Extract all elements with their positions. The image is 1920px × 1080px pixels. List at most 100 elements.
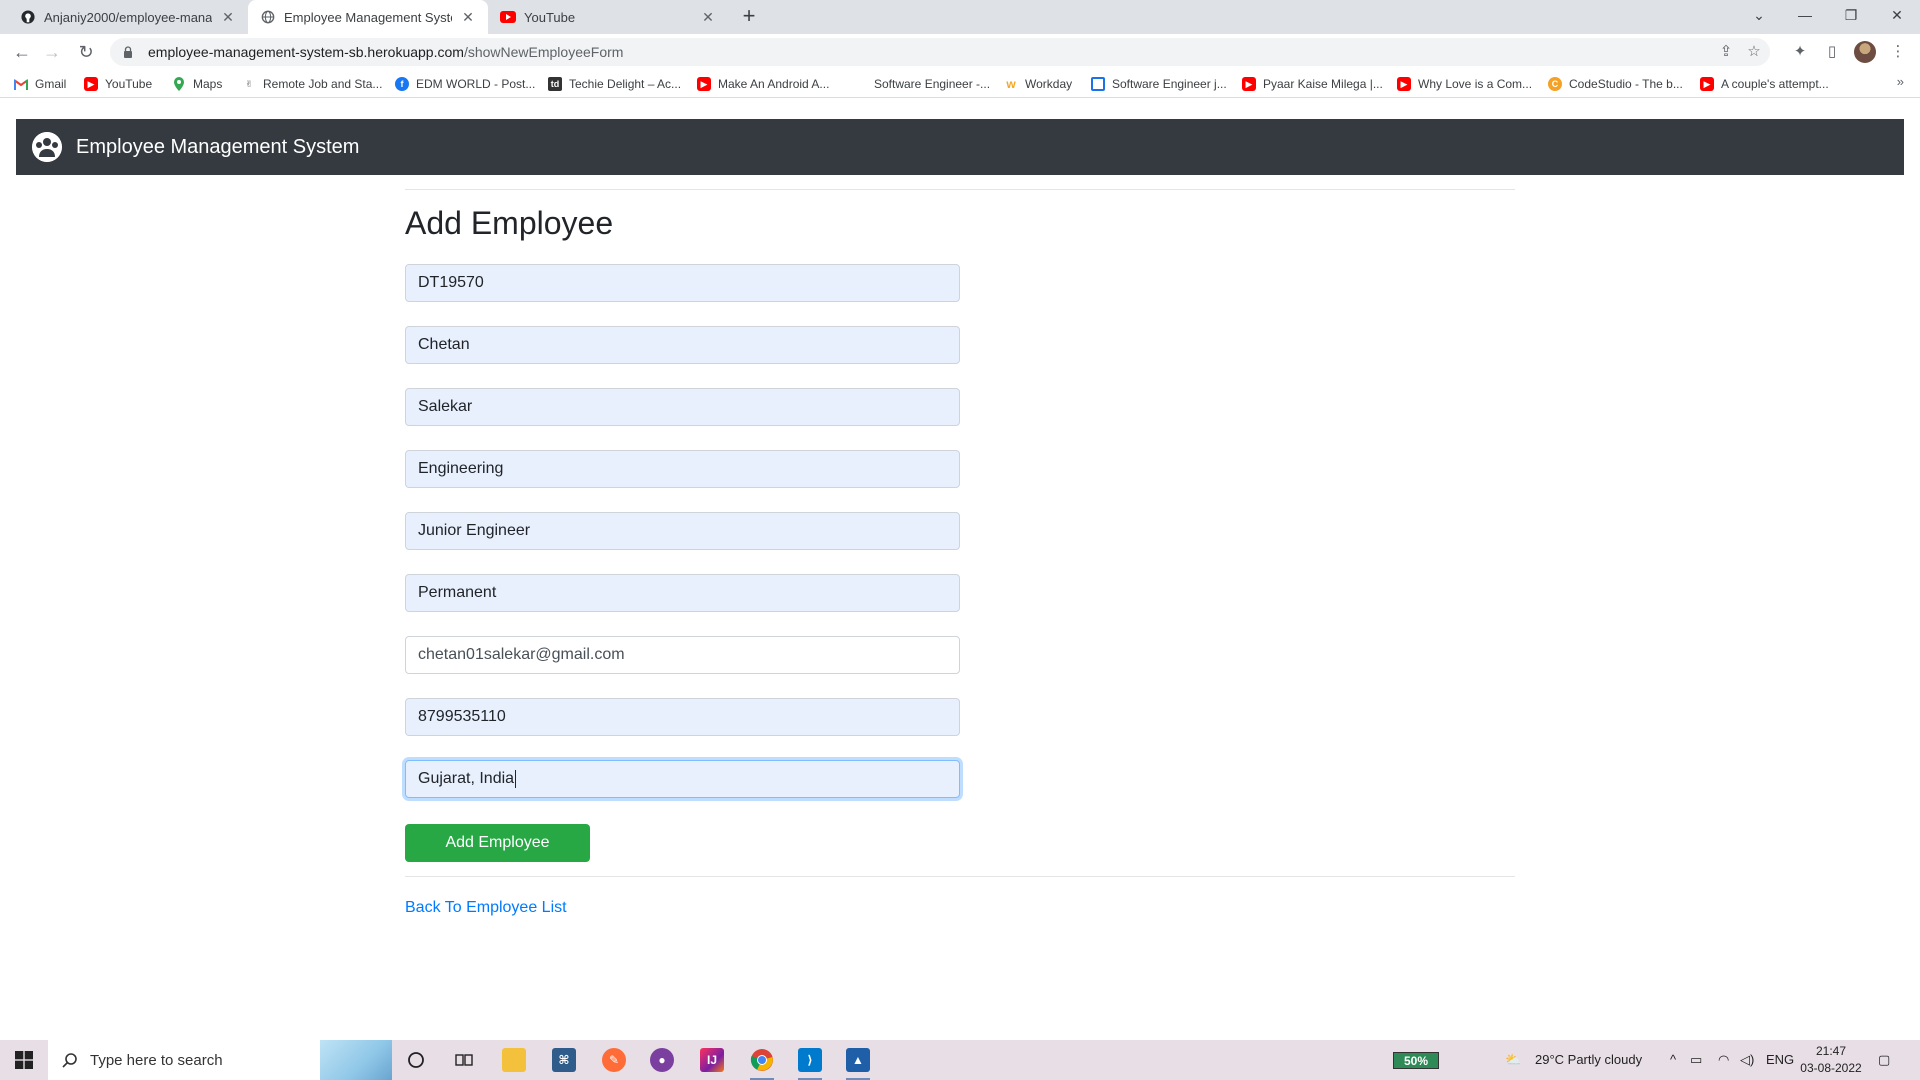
bookmark-label: CodeStudio - The b...: [1569, 77, 1683, 91]
language-indicator[interactable]: ENG: [1766, 1040, 1794, 1080]
github-icon: [20, 9, 36, 25]
back-to-employee-list-link[interactable]: Back To Employee List: [405, 899, 567, 917]
page-content: Employee Management System Add Employee …: [0, 98, 1920, 1040]
email-field[interactable]: chetan01salekar@gmail.com: [405, 636, 960, 674]
bookmark-pyaar[interactable]: ▶ Pyaar Kaise Milega |...: [1242, 74, 1383, 94]
bookmark-label: Software Engineer j...: [1112, 77, 1227, 91]
taskbar-search-box[interactable]: Type here to search: [48, 1040, 392, 1080]
bookmark-software-engineer[interactable]: Software Engineer -...: [853, 74, 990, 94]
divider: [405, 876, 1515, 877]
clock-time: 21:47: [1815, 1044, 1847, 1058]
bookmark-label: Make An Android A...: [718, 77, 830, 91]
bookmarks-bar: Gmail ▶ YouTube Maps ✌ Remote Job and St…: [0, 70, 1920, 98]
maps-icon: [172, 77, 186, 91]
last-name-field[interactable]: Salekar: [405, 388, 960, 426]
tab-youtube[interactable]: YouTube ✕: [488, 0, 728, 34]
add-employee-button[interactable]: Add Employee: [405, 824, 590, 862]
battery-tray-icon[interactable]: ▭: [1690, 1040, 1702, 1080]
close-window-button[interactable]: ✕: [1880, 0, 1914, 34]
minimize-button[interactable]: —: [1788, 0, 1822, 34]
reload-button[interactable]: ↻: [74, 40, 98, 64]
url-text: employee-management-system-sb.herokuapp.…: [148, 44, 623, 60]
address-bar[interactable]: employee-management-system-sb.herokuapp.…: [110, 38, 1770, 66]
browser-toolbar: ← → ↻ employee-management-system-sb.hero…: [0, 34, 1920, 70]
bookmark-label: Workday: [1025, 77, 1073, 91]
github-desktop-icon[interactable]: ●: [642, 1044, 682, 1076]
bookmark-why-love[interactable]: ▶ Why Love is a Com...: [1397, 74, 1532, 94]
bookmark-maps[interactable]: Maps: [172, 74, 222, 94]
youtube-icon: [500, 9, 516, 25]
first-name-field[interactable]: Chetan: [405, 326, 960, 364]
postman-icon[interactable]: ✎: [594, 1044, 634, 1076]
facebook-icon: f: [395, 77, 409, 91]
bookmark-couple[interactable]: ▶ A couple's attempt...: [1700, 74, 1829, 94]
profile-avatar[interactable]: [1854, 41, 1876, 63]
restore-button[interactable]: ❐: [1834, 0, 1868, 34]
brand-title[interactable]: Employee Management System: [76, 136, 359, 159]
gmail-icon: [14, 77, 28, 91]
share-icon[interactable]: ⇪: [1714, 38, 1738, 66]
bookmark-techie-delight[interactable]: td Techie Delight – Ac...: [548, 74, 681, 94]
new-tab-button[interactable]: +: [738, 5, 760, 28]
job-icon: [1091, 77, 1105, 91]
start-button[interactable]: [0, 1040, 48, 1080]
clock[interactable]: 21:47 03-08-2022: [1798, 1043, 1864, 1077]
battery-indicator[interactable]: 50%: [1393, 1052, 1439, 1069]
bookmark-workday[interactable]: w Workday: [1004, 74, 1072, 94]
photos-icon[interactable]: ▲: [838, 1044, 878, 1080]
youtube-icon: ▶: [697, 77, 711, 91]
notifications-icon[interactable]: ▢: [1878, 1040, 1890, 1080]
task-view-icon[interactable]: [444, 1044, 484, 1076]
forward-button[interactable]: →: [40, 40, 64, 64]
tab-title: YouTube: [524, 9, 576, 25]
more-bookmarks-icon[interactable]: »: [1897, 74, 1904, 89]
weather-text[interactable]: 29°C Partly cloudy: [1535, 1040, 1642, 1080]
tab-employee-management[interactable]: Employee Management System ✕: [248, 0, 488, 34]
file-explorer-icon[interactable]: [494, 1044, 534, 1076]
employment-type-field[interactable]: Permanent: [405, 574, 960, 612]
app-navbar: Employee Management System: [16, 119, 1904, 175]
close-tab-icon[interactable]: ✕: [700, 9, 716, 25]
bookmark-label: Techie Delight – Ac...: [569, 77, 682, 91]
close-tab-icon[interactable]: ✕: [220, 9, 236, 25]
app-icon-blue[interactable]: ⌘: [544, 1044, 584, 1076]
bookmark-youtube[interactable]: ▶ YouTube: [84, 74, 152, 94]
page-title: Add Employee: [405, 205, 614, 241]
cortana-icon[interactable]: [396, 1044, 436, 1076]
show-hidden-icons-icon[interactable]: ^: [1670, 1040, 1676, 1080]
bookmark-star-icon[interactable]: ☆: [1742, 38, 1766, 66]
bookmark-android[interactable]: ▶ Make An Android A...: [697, 74, 829, 94]
chrome-icon[interactable]: [742, 1044, 782, 1080]
tab-github[interactable]: Anjaniy2000/employee-manage ✕: [8, 0, 248, 34]
intellij-icon[interactable]: IJ: [692, 1044, 732, 1076]
blank-icon: [853, 77, 867, 91]
tab-title: Employee Management System: [284, 9, 452, 25]
weather-icon[interactable]: ⛅: [1505, 1040, 1521, 1080]
back-button[interactable]: ←: [10, 40, 34, 64]
bookmark-edm-world[interactable]: f EDM WORLD - Post...: [395, 74, 535, 94]
volume-icon[interactable]: ◁): [1740, 1040, 1754, 1080]
wifi-icon[interactable]: ◠: [1718, 1040, 1729, 1080]
side-panel-icon[interactable]: ▯: [1820, 40, 1844, 64]
close-tab-icon[interactable]: ✕: [460, 9, 476, 25]
search-highlight-icon: [320, 1040, 392, 1080]
vscode-icon[interactable]: ⟩: [790, 1044, 830, 1080]
menu-icon[interactable]: ⋮: [1886, 40, 1910, 64]
designation-field[interactable]: Junior Engineer: [405, 512, 960, 550]
windows-icon: [15, 1051, 33, 1069]
bookmark-software-engineer-job[interactable]: Software Engineer j...: [1091, 74, 1227, 94]
lock-icon: [124, 46, 132, 58]
extensions-icon[interactable]: ✦: [1788, 40, 1812, 64]
tab-search-icon[interactable]: ⌄: [1742, 0, 1776, 34]
youtube-icon: ▶: [1397, 77, 1411, 91]
bookmark-gmail[interactable]: Gmail: [14, 74, 66, 94]
bookmark-codestudio[interactable]: C CodeStudio - The b...: [1548, 74, 1683, 94]
employee-id-field[interactable]: DT19570: [405, 264, 960, 302]
bookmark-remote-job[interactable]: ✌ Remote Job and Sta...: [242, 74, 382, 94]
youtube-icon: ▶: [1700, 77, 1714, 91]
address-field[interactable]: Gujarat, India: [405, 760, 960, 798]
department-field[interactable]: Engineering: [405, 450, 960, 488]
phone-field[interactable]: 8799535110: [405, 698, 960, 736]
bookmark-label: A couple's attempt...: [1721, 77, 1829, 91]
brand-logo-icon[interactable]: [32, 132, 62, 162]
